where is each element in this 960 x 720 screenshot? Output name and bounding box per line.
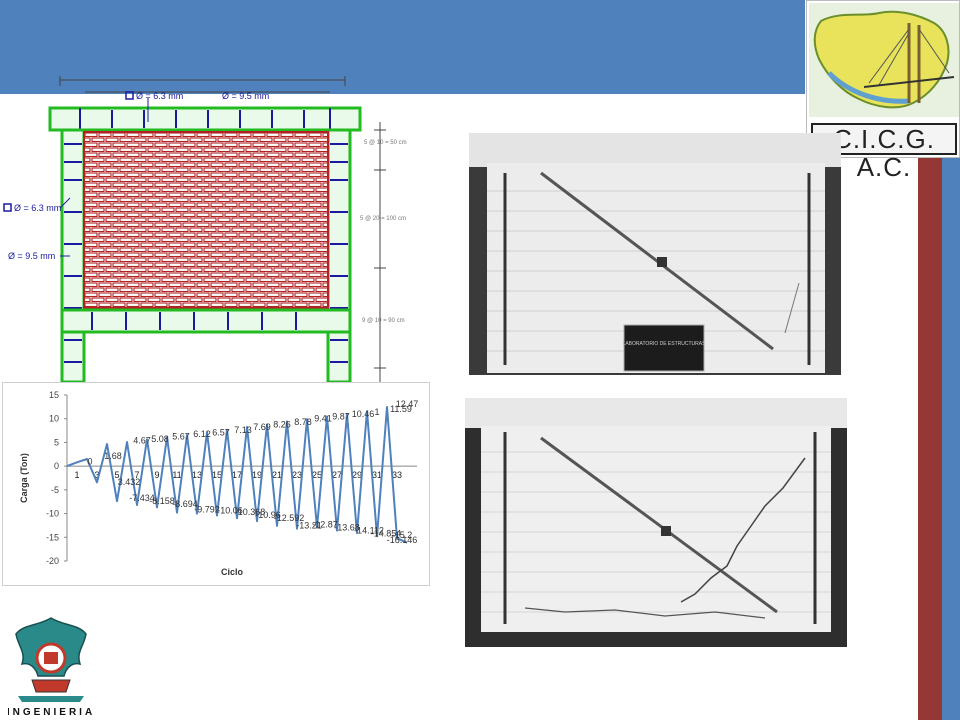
side-dimension-line: [374, 122, 386, 382]
chart-y-tick-label: 10: [49, 414, 59, 424]
chart-data-label: 7.69: [253, 422, 271, 432]
wall-test-photo-before: LABORATORIO DE ESTRUCTURAS: [469, 133, 841, 375]
chart-y-tick-label: -10: [46, 509, 59, 519]
chart-data-label: 9.87: [332, 412, 350, 422]
chart-data-label: 1: [374, 407, 379, 417]
wall-test-photo-after: [465, 398, 847, 647]
chart-svg: 151050-5-10-15-20 1 3 5 7 9 11 13 15 17 19 21 23 25 2…: [19, 390, 419, 577]
chart-data-label: 5.08: [151, 434, 169, 444]
label-bar-top-small: Ø = 6.3 mm: [136, 91, 183, 101]
laboratory-sign-text: LABORATORIO DE ESTRUCTURAS: [623, 341, 707, 347]
chart-data-label: -8.158: [149, 496, 175, 506]
label-spacing-bottom: 9 @ 10 = 90 cm: [362, 318, 405, 324]
chart-x-tick-label: 9: [154, 470, 159, 480]
chart-data-label: 8.78: [294, 417, 312, 427]
chart-data-label: 12.47: [396, 399, 419, 409]
chart-data-label: 8.26: [273, 420, 291, 430]
chart-x-tick-label: 11: [172, 470, 181, 480]
top-dimension-line: [59, 76, 346, 93]
chart-data-label: 5.67: [172, 432, 190, 442]
label-bar-top-large: Ø = 9.5 mm: [222, 91, 269, 101]
bottom-beam: [60, 308, 352, 334]
engineering-emblem-icon: INGENIERIA: [8, 617, 94, 718]
chart-y-axis-label: Carga (Ton): [19, 453, 29, 503]
emblem-text: INGENIERIA: [8, 707, 94, 718]
chart-y-tick-label: -20: [46, 556, 59, 566]
right-column: [326, 128, 352, 384]
laboratory-sign: [623, 324, 705, 372]
chart-data-label: 4.67: [133, 435, 151, 445]
brick-masonry-panel: [83, 131, 329, 309]
chart-data-label: 6.12: [193, 429, 211, 439]
wall-photo-top-image: LABORATORIO DE ESTRUCTURAS: [469, 133, 841, 375]
chart-y-tick-label: -15: [46, 532, 59, 542]
chart-y-tick-label: 15: [49, 390, 59, 400]
label-spacing-middle: 5 @ 20 = 100 cm: [360, 216, 406, 222]
label-bar-left-small: Ø = 6.3 mm: [14, 203, 61, 213]
chart-data-label: 7.13: [234, 425, 252, 435]
chart-y-ticks: 15 10 5 0 -5 -10 -15 -20: [46, 390, 67, 566]
chiapas-map-bridge-icon: [809, 3, 959, 117]
chart-x-tick-label: 33: [392, 470, 402, 480]
load-cycle-chart: 15 10 5 0 -5 -10 -15 -20 1 3 5 7 9 11 13 15 17 19 21 23 25 2…: [2, 382, 430, 586]
wall-reinforcement-drawing: Ø = 6.3 mm Ø = 9.5 mm Ø = 6.3 mm Ø = 9.5…: [3, 76, 407, 384]
chart-x-tick-label: 21: [272, 470, 282, 480]
chart-data-label: 10.46: [352, 409, 375, 419]
label-bar-left-large: Ø = 9.5 mm: [8, 251, 55, 261]
top-beam: [48, 106, 362, 132]
wall-photo-bottom-image: [465, 398, 847, 647]
chart-y-tick-label: -5: [51, 485, 59, 495]
chart-data-label: 3.432: [118, 477, 141, 487]
chart-x-axis-label: Ciclo: [221, 567, 244, 577]
chart-data-label: -16.146: [387, 535, 418, 545]
chart-y-tick-label: 5: [54, 437, 59, 447]
chart-data-label: 6.57: [212, 427, 230, 437]
chart-x-tick-label: 1: [74, 470, 79, 480]
label-spacing-top: 5 @ 10 = 50 cm: [364, 140, 407, 146]
chart-y-tick-label: 0: [54, 461, 59, 471]
side-bar-red: [918, 158, 942, 720]
chart-x-tick-label: 23: [292, 470, 302, 480]
chart-data-label: 1.68: [104, 451, 122, 461]
side-bar-blue: [942, 158, 960, 720]
chart-data-label: -9.792: [194, 505, 220, 515]
chart-data-label: 0: [87, 457, 92, 467]
chart-data-label: 9.41: [314, 414, 332, 424]
